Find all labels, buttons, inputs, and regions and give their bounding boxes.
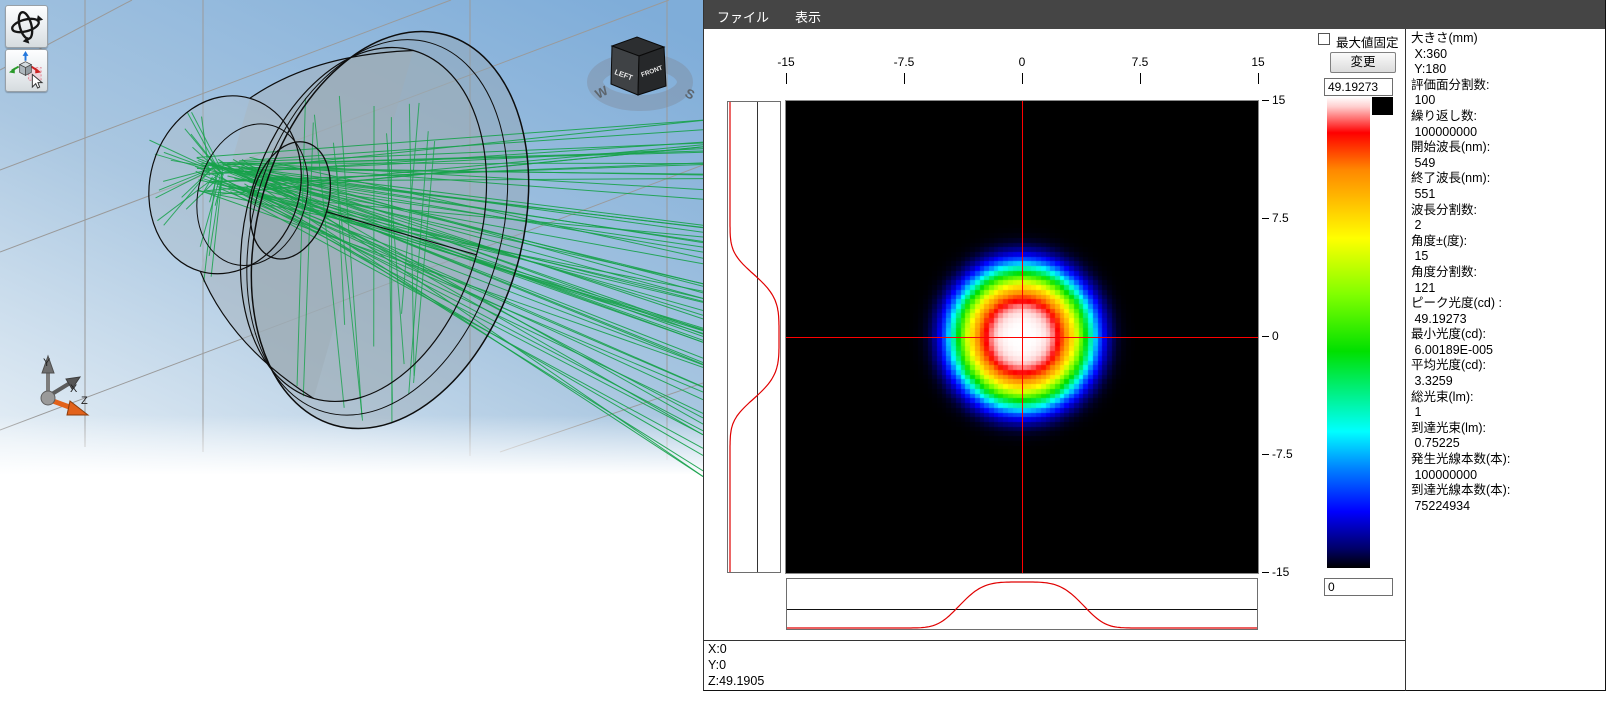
parameter-list: 大きさ(mm) X:360 Y:180評価面分割数: 100繰り返し数: 100… [1411, 31, 1510, 514]
parameter-line: 総光束(lm): [1411, 390, 1510, 406]
axis-label-x: X [70, 383, 78, 395]
parameter-line: 100000000 [1411, 468, 1510, 484]
pan-tool-button[interactable] [5, 49, 48, 92]
change-button[interactable]: 変更 [1330, 52, 1396, 73]
parameter-line: 121 [1411, 281, 1510, 297]
parameter-line: 波長分割数: [1411, 203, 1510, 219]
parameter-line: 平均光度(cd): [1411, 358, 1510, 374]
fix-max-checkbox[interactable] [1318, 33, 1330, 45]
y-tick-label--7.5: -7.5 [1272, 447, 1293, 461]
parameter-line: 551 [1411, 187, 1510, 203]
x-tick-mark-15 [1258, 73, 1259, 84]
y-tick-mark-7.5 [1262, 218, 1269, 219]
lower-white-area [0, 474, 703, 712]
menu-bar: ファイル表示 [704, 0, 1605, 29]
parameter-line: 繰り返し数: [1411, 109, 1510, 125]
x-tick-mark--15 [786, 73, 787, 84]
axis-label-z: Z [81, 395, 88, 407]
plot-area: 最大値固定 変更 49.19273 0 大きさ(mm) X:360 Y:180評… [704, 29, 1605, 691]
parameter-line: 75224934 [1411, 499, 1510, 515]
axis-label-y: Y [43, 357, 51, 369]
crosshair-vertical [1022, 101, 1023, 573]
colorbar [1327, 97, 1370, 568]
pan-move-icon [6, 50, 45, 89]
parameter-line: 49.19273 [1411, 312, 1510, 328]
menu-item-1[interactable]: 表示 [782, 0, 834, 29]
parameter-line: 6.00189E-005 [1411, 343, 1510, 359]
cursor-status: X:0Y:0Z:49.1905 [708, 642, 764, 690]
min-value-field[interactable]: 0 [1324, 578, 1393, 596]
photometry-window: ファイル表示 [703, 0, 1606, 691]
orbit-tool-button[interactable] [5, 5, 48, 48]
parameter-line: 発生光線本数(本): [1411, 452, 1510, 468]
y-tick-label-15: 15 [1272, 93, 1285, 107]
y-tick-mark-0 [1262, 336, 1269, 337]
parameter-line: 角度±(度): [1411, 234, 1510, 250]
x-tick-mark-7.5 [1140, 73, 1141, 84]
parameter-line: 100000000 [1411, 125, 1510, 141]
y-tick-label--15: -15 [1272, 565, 1289, 579]
parameter-line: 評価面分割数: [1411, 78, 1510, 94]
heatmap[interactable] [785, 100, 1259, 574]
status-line: Z:49.1905 [708, 674, 764, 690]
parameter-line: 15 [1411, 249, 1510, 265]
horizontal-divider [704, 640, 1405, 641]
vertical-divider [1405, 29, 1406, 691]
parameter-line: 到達光線本数(本): [1411, 483, 1510, 499]
parameter-line: 終了波長(nm): [1411, 171, 1510, 187]
parameter-line: 1 [1411, 405, 1510, 421]
status-line: Y:0 [708, 658, 764, 674]
x-tick-label--7.5: -7.5 [884, 55, 924, 69]
bottom-profile-panel [786, 578, 1258, 630]
left-profile-curve [728, 102, 780, 572]
left-profile-panel [727, 101, 781, 573]
screenshot-root: W S LEFT FRONT Y X Z [0, 0, 1610, 712]
x-tick-label-7.5: 7.5 [1120, 55, 1160, 69]
parameter-line: 最小光度(cd): [1411, 327, 1510, 343]
x-tick-label-15: 15 [1238, 55, 1278, 69]
y-tick-mark--15 [1262, 572, 1269, 573]
parameter-line: 0.75225 [1411, 436, 1510, 452]
parameter-line: 角度分割数: [1411, 265, 1510, 281]
parameter-line: 2 [1411, 218, 1510, 234]
y-tick-mark-15 [1262, 100, 1269, 101]
parameter-line: Y:180 [1411, 62, 1510, 78]
x-tick-mark-0 [1022, 73, 1023, 84]
viewport-3d[interactable]: W S LEFT FRONT Y X Z [0, 0, 703, 712]
parameter-line: X:360 [1411, 47, 1510, 63]
bottom-profile-curve [787, 579, 1257, 629]
status-line: X:0 [708, 642, 764, 658]
orbit-icon [6, 6, 45, 45]
parameter-line: 大きさ(mm) [1411, 31, 1510, 47]
parameter-line: ピーク光度(cd) : [1411, 296, 1510, 312]
menu-item-0[interactable]: ファイル [704, 0, 782, 29]
x-tick-label-0: 0 [1002, 55, 1042, 69]
max-value-field[interactable]: 49.19273 [1324, 78, 1393, 96]
parameter-line: 100 [1411, 93, 1510, 109]
y-tick-mark--7.5 [1262, 454, 1269, 455]
fix-max-label: 最大値固定 [1336, 32, 1399, 51]
over-max-swatch [1372, 97, 1393, 115]
parameter-line: 開始波長(nm): [1411, 140, 1510, 156]
y-tick-label-7.5: 7.5 [1272, 211, 1289, 225]
x-tick-mark--7.5 [904, 73, 905, 84]
parameter-line: 到達光束(lm): [1411, 421, 1510, 437]
x-tick-label--15: -15 [766, 55, 806, 69]
parameter-line: 3.3259 [1411, 374, 1510, 390]
parameter-line: 549 [1411, 156, 1510, 172]
y-tick-label-0: 0 [1272, 329, 1279, 343]
